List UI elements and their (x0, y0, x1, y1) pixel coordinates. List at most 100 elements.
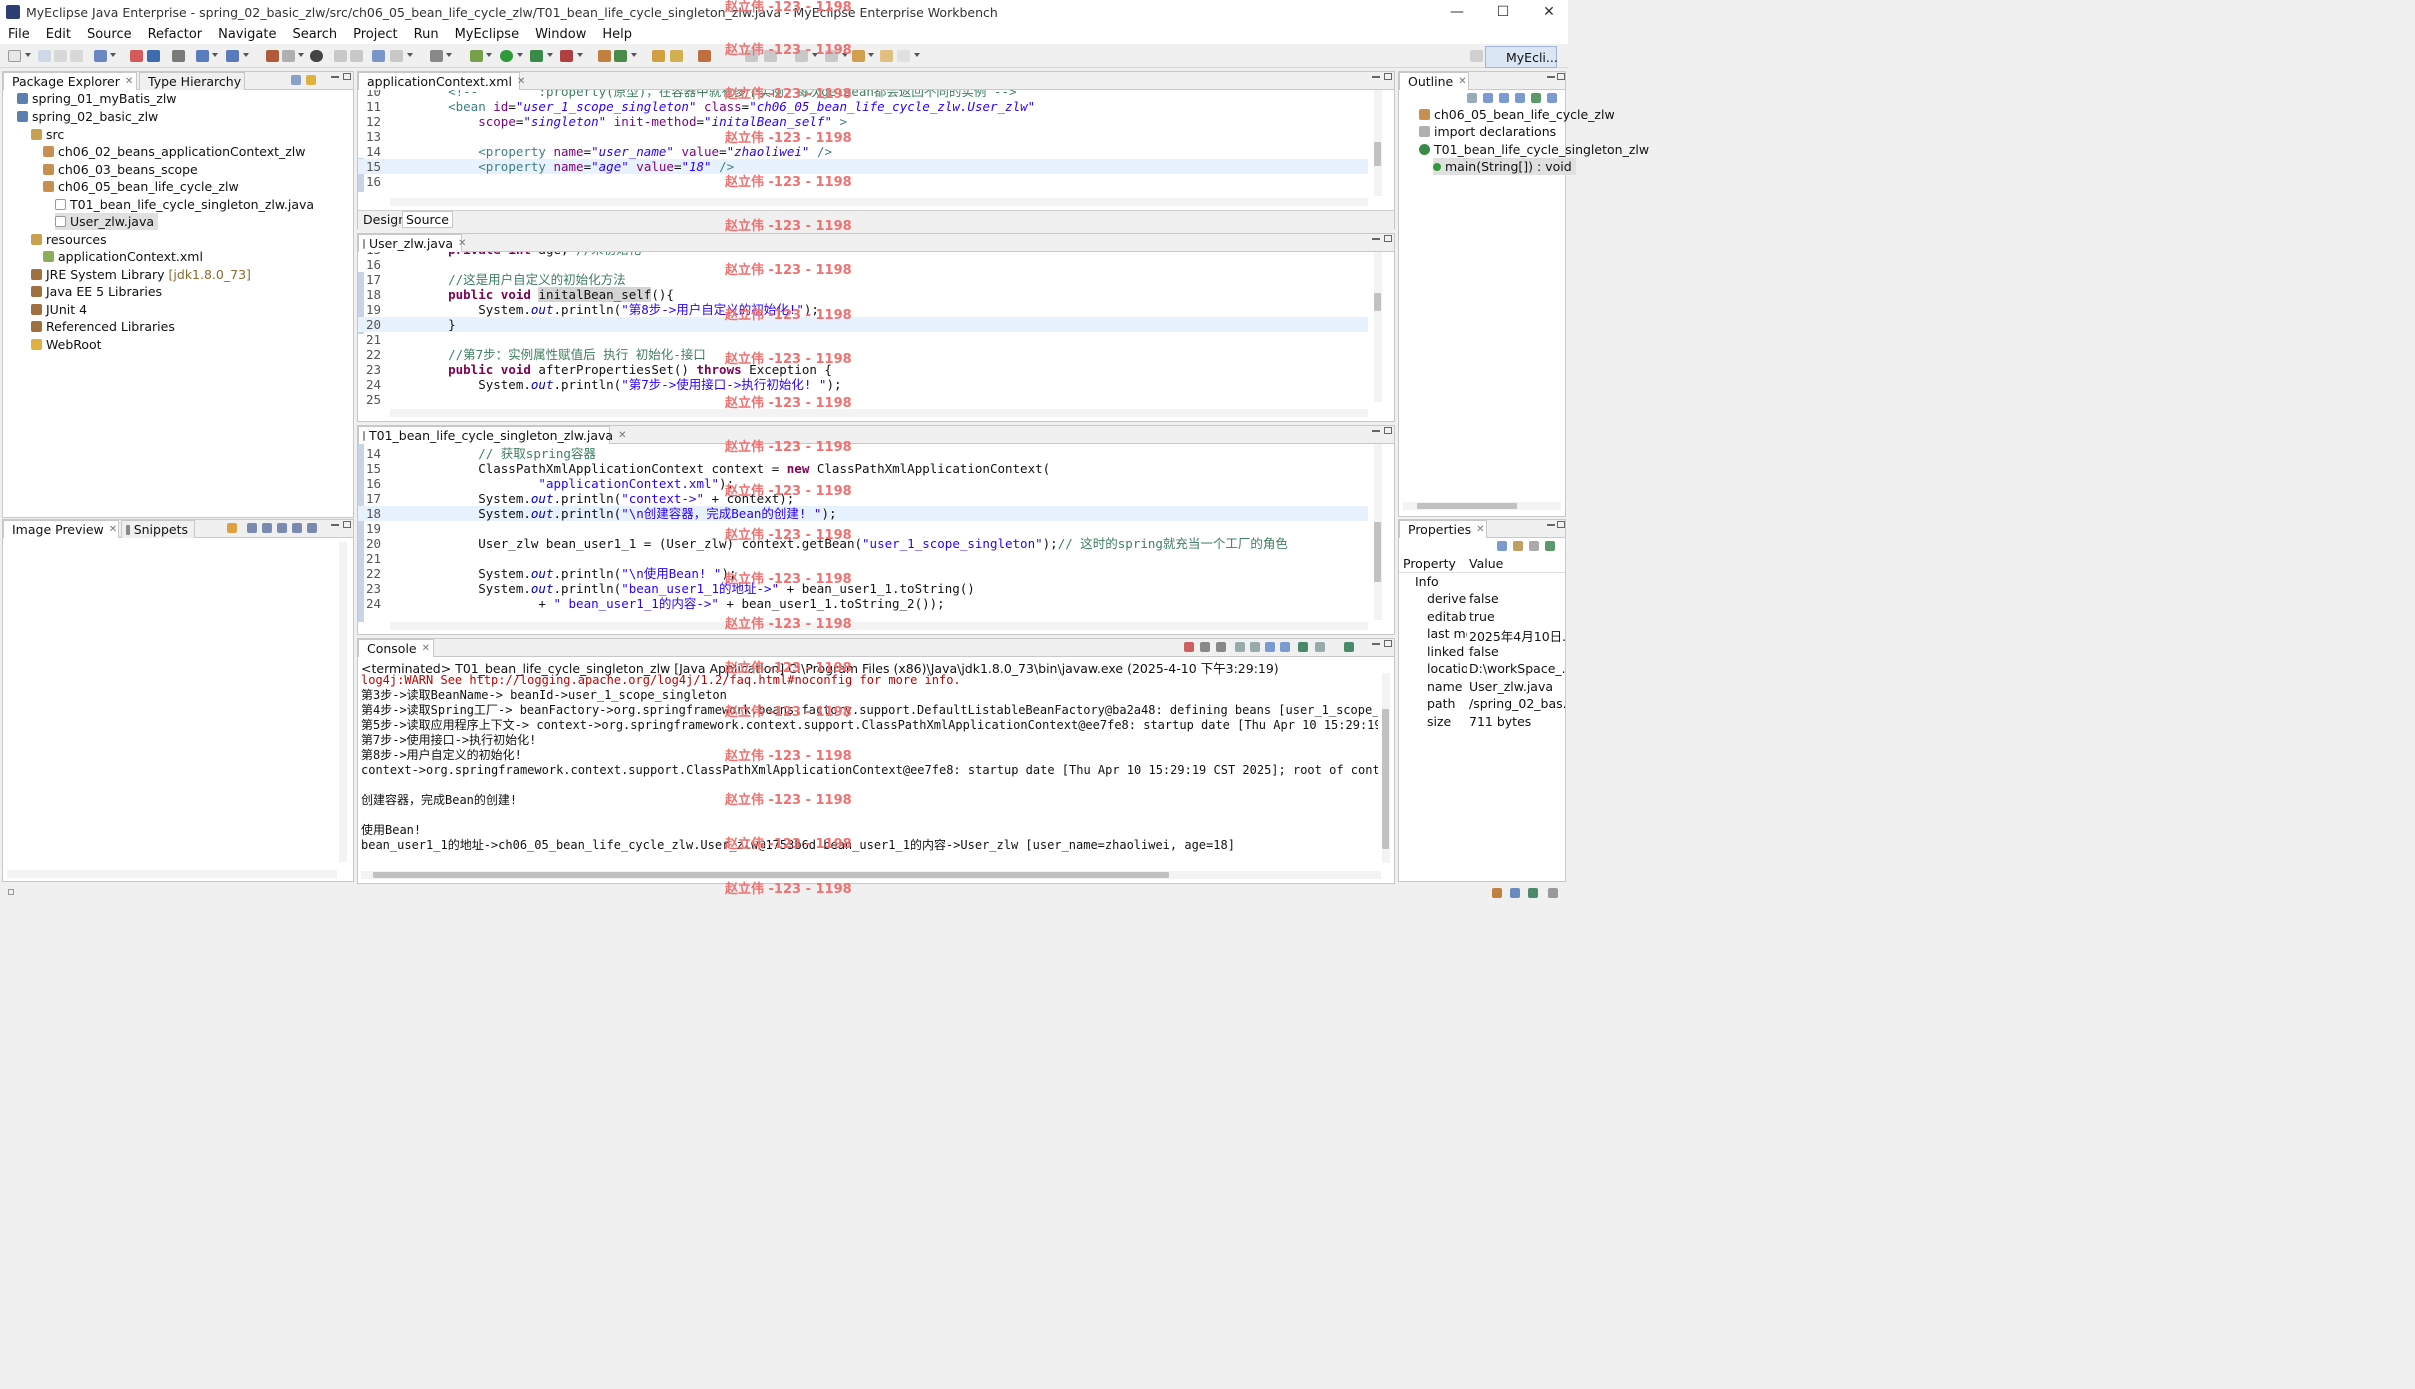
debug-icon[interactable] (470, 50, 483, 62)
code-line[interactable]: 16 (358, 257, 1368, 272)
menu-window[interactable]: Window (527, 27, 594, 42)
minimize-icon[interactable] (331, 524, 339, 526)
code-line[interactable]: 24 System.out.println("第7步->使用接口->执行初始化!… (358, 377, 1368, 392)
property-row[interactable]: locationD:\workSpace_... (1399, 661, 1565, 678)
minimize-icon[interactable] (1547, 76, 1555, 78)
run-coverage-icon[interactable] (530, 50, 543, 62)
close-icon[interactable]: ✕ (618, 430, 626, 441)
maximize-icon[interactable] (343, 521, 351, 528)
menu-navigate[interactable]: Navigate (210, 27, 284, 42)
maximize-button[interactable]: ☐ (1480, 0, 1526, 24)
web-browser-icon[interactable] (226, 50, 239, 62)
code-line[interactable]: 16 (358, 174, 1368, 189)
horizontal-scrollbar[interactable] (361, 871, 1381, 879)
main-code-area[interactable]: 14 // 获取spring容器 15 ClassPathXmlApplicati… (358, 446, 1368, 618)
tree-item-package[interactable]: ch06_05_bean_life_cycle_zlw (43, 178, 239, 195)
code-line[interactable]: 20 } (358, 317, 1368, 332)
terminate-icon[interactable] (1184, 642, 1194, 652)
chevron-down-icon[interactable] (212, 53, 218, 57)
tree-item-package[interactable]: ch06_03_beans_scope (43, 161, 198, 178)
tree-item-library[interactable]: JUnit 4 (31, 301, 87, 318)
vertical-scrollbar[interactable] (1374, 90, 1382, 196)
code-line[interactable]: 13 (358, 129, 1368, 144)
display-console-icon[interactable] (1315, 642, 1325, 652)
menu-file[interactable]: File (0, 27, 38, 42)
menu-project[interactable]: Project (345, 27, 405, 42)
open-type-icon[interactable] (372, 50, 385, 62)
clear-console-icon[interactable] (1235, 642, 1245, 652)
close-icon[interactable]: ✕ (458, 238, 466, 249)
save-all-icon[interactable] (54, 50, 67, 62)
scrollbar-thumb[interactable] (1417, 503, 1517, 509)
outline-item-imports[interactable]: import declarations (1419, 123, 1556, 140)
chevron-down-icon[interactable] (243, 53, 249, 57)
minimize-icon[interactable] (1547, 524, 1555, 526)
minimize-icon[interactable] (331, 76, 339, 78)
close-button[interactable]: ✕ (1526, 0, 1572, 24)
actual-size-icon[interactable] (292, 523, 302, 533)
tree-item-java-file[interactable]: T01_bean_life_cycle_singleton_zlw.java (55, 196, 314, 213)
menu-myeclipse[interactable]: MyEclipse (447, 27, 528, 42)
outline-item-method[interactable]: main(String[]) : void (1433, 158, 1576, 175)
maximize-icon[interactable] (1384, 235, 1392, 242)
vertical-scrollbar[interactable] (1382, 673, 1390, 863)
code-line[interactable]: 19 (358, 521, 1368, 536)
vertical-scrollbar[interactable] (339, 542, 347, 862)
tree-item-java-file-selected[interactable]: User_zlw.java (55, 213, 159, 230)
show-categories-icon[interactable] (1497, 541, 1507, 551)
chevron-down-icon[interactable] (914, 53, 920, 57)
open-console-icon[interactable] (172, 50, 185, 62)
code-line[interactable]: 14 <property name="user_name" value="zha… (358, 144, 1368, 159)
horizontal-scrollbar[interactable] (390, 409, 1368, 417)
outline-item-class[interactable]: T01_bean_life_cycle_singleton_zlw (1419, 141, 1649, 158)
pin-console-icon[interactable] (1298, 642, 1308, 652)
show-advanced-icon[interactable] (1513, 541, 1523, 551)
annotation-icon[interactable] (698, 50, 711, 62)
code-line[interactable]: 21 (358, 332, 1368, 347)
property-row[interactable]: derivedfalse (1399, 591, 1565, 608)
pin-properties-icon[interactable] (1545, 541, 1555, 551)
perspective-myeclipse-button[interactable]: MyEcli... (1485, 46, 1558, 68)
open-folder-icon[interactable] (652, 50, 665, 62)
chevron-down-icon[interactable] (407, 53, 413, 57)
view-menu-icon[interactable] (307, 523, 317, 533)
chevron-down-icon[interactable] (577, 53, 583, 57)
chevron-down-icon[interactable] (446, 53, 452, 57)
menu-source[interactable]: Source (79, 27, 140, 42)
run-icon[interactable] (500, 50, 513, 62)
chevron-down-icon[interactable] (631, 53, 637, 57)
new-package-icon[interactable] (614, 50, 627, 62)
code-line[interactable]: 15 <property name="age" value="18" /> (358, 159, 1368, 174)
tab-source[interactable]: Source (402, 211, 453, 228)
maximize-icon[interactable] (1384, 640, 1392, 647)
database-icon[interactable] (196, 50, 209, 62)
code-line[interactable]: 17 //这是用户自定义的初始化方法 (358, 272, 1368, 287)
open-perspective-icon[interactable] (1470, 50, 1483, 62)
code-line[interactable]: 17 System.out.println("context->" + cont… (358, 491, 1368, 506)
property-row[interactable]: last modified2025年4月10日... (1399, 626, 1565, 644)
code-line[interactable]: 15 ClassPathXmlApplicationContext contex… (358, 461, 1368, 476)
task-icon[interactable] (1492, 888, 1502, 898)
notification-icon[interactable] (1510, 888, 1520, 898)
hide-fields-icon[interactable] (1499, 93, 1509, 103)
tab-image-preview[interactable]: Image Preview ✕ (3, 520, 119, 538)
scrollbar-thumb[interactable] (1374, 293, 1381, 311)
print-icon[interactable] (70, 50, 83, 62)
deploy-icon[interactable] (147, 50, 160, 62)
code-line[interactable]: 21 (358, 551, 1368, 566)
new-project-icon[interactable] (94, 50, 107, 62)
tab-user-zlw-java[interactable]: User_zlw.java ✕ (358, 234, 466, 252)
code-line[interactable]: 23 public void afterPropertiesSet() thro… (358, 362, 1368, 377)
chevron-down-icon[interactable] (547, 53, 553, 57)
tab-package-explorer[interactable]: Package Explorer ✕ (3, 72, 137, 90)
back-arrow-icon[interactable] (852, 50, 865, 62)
outline-item-package[interactable]: ch06_05_bean_life_cycle_zlw (1419, 106, 1615, 123)
tab-t01-singleton-java[interactable]: T01_bean_life_cycle_singleton_zlw.java ✕ (358, 426, 626, 444)
external-tools-icon[interactable] (560, 50, 573, 62)
pen-icon[interactable] (670, 50, 683, 62)
menu-search[interactable]: Search (284, 27, 345, 42)
scrollbar-thumb[interactable] (1374, 522, 1381, 582)
maximize-icon[interactable] (1557, 521, 1565, 528)
tree-item-xml-file[interactable]: applicationContext.xml (43, 248, 203, 265)
tree-item-resources[interactable]: resources (31, 231, 107, 248)
